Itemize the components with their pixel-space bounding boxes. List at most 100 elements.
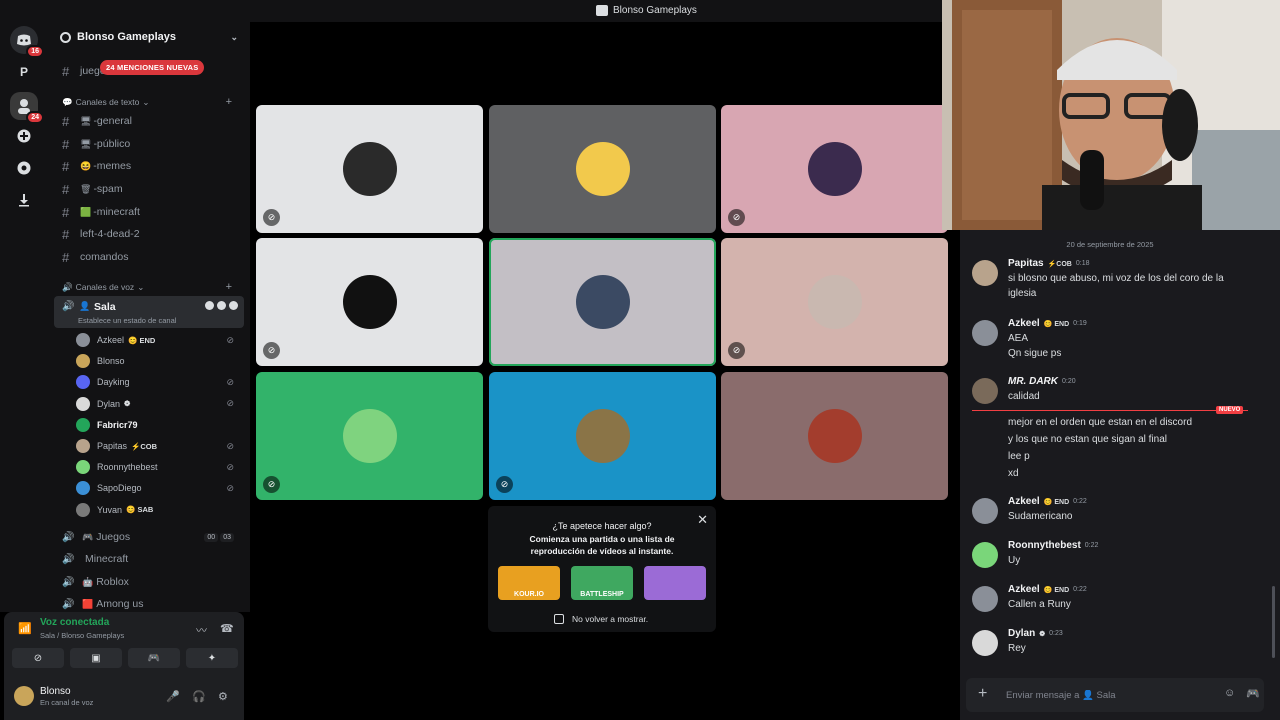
activity-prompt: ✕ ¿Te apetece hacer algo? Comienza una p… — [488, 506, 716, 632]
participant-tile[interactable]: ⊘ — [489, 372, 716, 500]
avatar — [76, 439, 90, 453]
voice-user[interactable]: Fabricr79 — [76, 415, 244, 435]
participant-tile[interactable]: ⊘ — [256, 372, 483, 500]
voice-channel-among-us[interactable]: 🔊 🟥 Among us — [54, 593, 244, 612]
voice-user[interactable]: Yuvan 😊 SAB — [76, 500, 244, 520]
dont-show-label[interactable]: No volver a mostrar. — [572, 614, 648, 624]
server-mini-icon — [596, 5, 608, 16]
avatar[interactable] — [972, 586, 998, 612]
discover-icon[interactable] — [10, 154, 38, 182]
avatar[interactable] — [972, 378, 998, 404]
avatar[interactable] — [972, 320, 998, 346]
download-icon[interactable] — [10, 186, 38, 214]
screen-share-button[interactable]: ▣ — [70, 648, 122, 668]
attach-plus-icon[interactable]: + — [978, 685, 987, 703]
voice-user[interactable]: Dylan ❁ ⊘ — [76, 394, 244, 414]
chat-icon[interactable] — [205, 301, 214, 310]
participant-tile[interactable]: ⊘ — [721, 105, 948, 233]
chat-scrollbar[interactable] — [1272, 586, 1275, 658]
discord-home-icon[interactable]: 16 — [10, 26, 44, 58]
voice-status[interactable]: Voz conectada — [40, 617, 109, 628]
channel-general[interactable]: # 🖥 -general — [54, 111, 244, 131]
message-timestamp: 0:23 — [1049, 630, 1063, 637]
hash-icon: # — [62, 181, 70, 197]
prompt-description: Comienza una partida o una lista de repr… — [529, 534, 675, 556]
message-author[interactable]: MR. DARK — [1008, 376, 1058, 387]
message-author[interactable]: Roonnythebest — [1008, 540, 1081, 551]
game-activity-3[interactable] — [644, 566, 706, 600]
voice-user-name: Dayking — [97, 377, 130, 388]
channel-status-hint[interactable]: Establece un estado de canal — [78, 316, 176, 325]
avatar[interactable] — [14, 686, 34, 706]
voice-user[interactable]: Azkeel 😊 END ⊘ — [76, 330, 244, 350]
avatar[interactable] — [972, 630, 998, 656]
participant-tile[interactable] — [489, 238, 716, 366]
server-p-icon[interactable]: P — [10, 58, 38, 86]
channel-memes[interactable]: # 😆 -memes — [54, 156, 244, 176]
text-category[interactable]: 💬 Canales de texto ⌄ + — [54, 95, 244, 109]
new-mentions-pill[interactable]: 24 MENCIONES NUEVAS — [100, 60, 205, 75]
voice-user[interactable]: SapoDiego ⊘ — [76, 478, 244, 498]
message-text: Rey — [1008, 643, 1026, 654]
microphone-icon[interactable]: 🎤 — [166, 690, 180, 703]
gamepad-icon: 🎮 — [147, 652, 161, 664]
voice-user[interactable]: Roonnythebest ⊘ — [76, 457, 244, 477]
message-author[interactable]: Papitas — [1008, 258, 1044, 269]
game-battleship[interactable]: BATTLESHIP — [571, 566, 633, 600]
gear-icon[interactable] — [229, 301, 238, 310]
headphones-icon[interactable]: 🎧 — [192, 690, 206, 703]
participant-tile[interactable]: ⊘ — [721, 238, 948, 366]
add-channel-icon[interactable]: + — [226, 96, 232, 108]
add-server-icon[interactable] — [10, 122, 38, 150]
participant-tile[interactable] — [489, 105, 716, 233]
emoji-icon[interactable]: ☺ — [1224, 687, 1235, 699]
signal-icon[interactable]: 📶 — [18, 622, 32, 635]
participant-tile[interactable]: ⊘ — [256, 238, 483, 366]
chat-bubble-icon: 💬 — [62, 96, 73, 107]
avatar[interactable] — [972, 260, 998, 286]
add-voice-channel-icon[interactable]: + — [226, 281, 232, 293]
noise-suppression-icon[interactable]: 〰 — [196, 622, 207, 638]
channel-publico[interactable]: # 🖥 -público — [54, 134, 244, 154]
avatar[interactable] — [972, 498, 998, 524]
disconnect-icon[interactable]: ☎ — [220, 622, 234, 635]
gamepad-icon[interactable]: 🎮 — [1246, 687, 1260, 700]
voice-user[interactable]: Papitas ⚡COB ⊘ — [76, 436, 244, 456]
voice-user[interactable]: Dayking ⊘ — [76, 372, 244, 392]
voice-category[interactable]: 🔊 Canales de voz ⌄ + — [54, 280, 244, 294]
discord-app: Blonso Gameplays 16 P 24 Blonso Gameplay… — [0, 0, 1280, 720]
invite-icon[interactable] — [217, 301, 226, 310]
voice-channel-sala[interactable]: 🔊 👤 Sala Establece un estado de canal — [54, 296, 244, 328]
user-name[interactable]: Blonso — [40, 686, 71, 697]
participant-tile[interactable] — [721, 372, 948, 500]
message-author[interactable]: Azkeel — [1008, 496, 1040, 507]
voice-channel-minecraft[interactable]: 🔊 Minecraft — [54, 548, 244, 570]
mic-muted-icon: ⊘ — [728, 209, 745, 226]
message-author[interactable]: Dylan — [1008, 628, 1035, 639]
message-author[interactable]: Azkeel — [1008, 318, 1040, 329]
channel-left-4-dead-2[interactable]: # left-4-dead-2 — [54, 224, 244, 244]
streamer-webcam — [942, 0, 1280, 230]
voice-channel-roblox[interactable]: 🔊 🤖 Roblox — [54, 571, 244, 593]
activities-button[interactable]: 🎮 — [128, 648, 180, 668]
soundboard-button[interactable]: ✦ — [186, 648, 238, 668]
voice-user[interactable]: Blonso — [76, 351, 244, 371]
message-author[interactable]: Azkeel — [1008, 584, 1040, 595]
channel-minecraft[interactable]: # 🟩 -minecraft — [54, 202, 244, 222]
chevron-icon: ⌄ — [137, 281, 145, 292]
server-header[interactable]: Blonso Gameplays ⌄ — [48, 22, 250, 52]
voice-channel-juegos[interactable]: 🔊 🎮 Juegos 00 03 — [54, 526, 244, 548]
avatar[interactable] — [972, 542, 998, 568]
camera-toggle-button[interactable]: ⊘ — [12, 648, 64, 668]
game-kour-io[interactable]: KOUR.IO — [498, 566, 560, 600]
server-blonso-icon[interactable]: 24 — [10, 92, 44, 124]
user-status: En canal de voz — [40, 698, 94, 707]
channel-comandos[interactable]: # comandos — [54, 247, 244, 267]
participant-tile[interactable]: ⊘ — [256, 105, 483, 233]
dont-show-checkbox[interactable] — [554, 614, 564, 624]
channel-spam[interactable]: # 🗑 -spam — [54, 179, 244, 199]
gear-icon[interactable]: ⚙ — [218, 690, 228, 703]
message-input[interactable] — [1006, 687, 1206, 703]
voice-user-name: Dylan — [97, 398, 121, 409]
avatar — [76, 354, 90, 369]
